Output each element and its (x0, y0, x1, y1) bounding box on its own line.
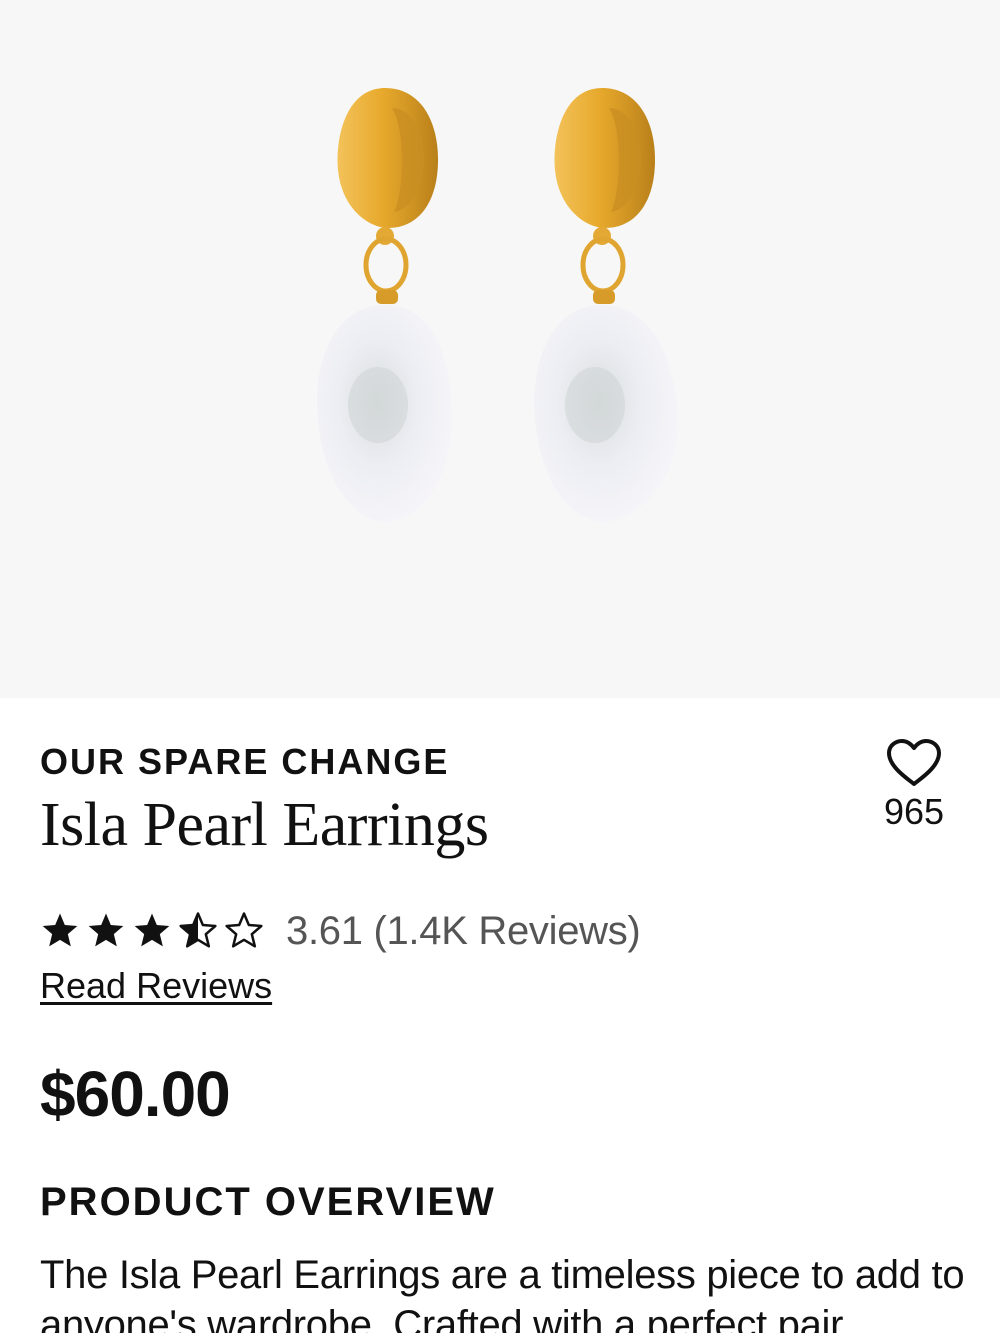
product-price: $60.00 (40, 1058, 231, 1130)
left-earring (317, 88, 452, 522)
read-reviews-link[interactable]: Read Reviews (40, 964, 272, 1008)
star-half-icon (179, 912, 217, 948)
star-filled-icon (42, 913, 78, 947)
product-image[interactable] (0, 0, 1000, 698)
star-filled-icon (134, 913, 170, 947)
rating-summary[interactable]: 3.61 (1.4K Reviews) (40, 906, 641, 956)
brand-name[interactable]: OUR SPARE CHANGE (40, 742, 449, 782)
heart-icon[interactable] (886, 738, 942, 788)
product-page: OUR SPARE CHANGE Isla Pearl Earrings 965 (0, 0, 1000, 1333)
star-outline-icon (225, 912, 263, 948)
star-filled-icon (88, 913, 124, 947)
right-earring (534, 88, 679, 522)
product-overview-text: The Isla Pearl Earrings are a timeless p… (40, 1253, 965, 1333)
favorites-count: 965 (883, 791, 945, 832)
star-rating (40, 911, 264, 951)
rating-text: 3.61 (1.4K Reviews) (286, 908, 641, 953)
favorite-button[interactable]: 965 (874, 738, 954, 832)
product-overview-heading: PRODUCT OVERVIEW (40, 1180, 496, 1224)
product-title: Isla Pearl Earrings (40, 791, 489, 859)
pearl-earrings-illustration (317, 88, 679, 522)
